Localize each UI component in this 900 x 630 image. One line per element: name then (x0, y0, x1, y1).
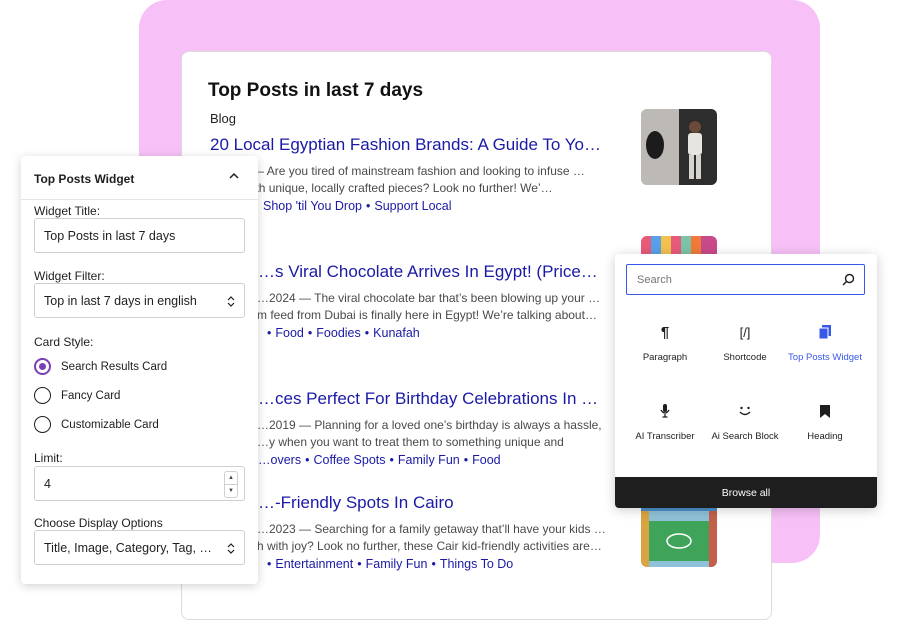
radio-button[interactable] (34, 416, 51, 433)
posts-category: Blog (210, 111, 237, 126)
block-label: AI Transcriber (635, 431, 695, 442)
post-excerpt: …2024 — Are you tired of mainstream fash… (210, 164, 585, 195)
tag-link[interactable]: Food (472, 453, 501, 467)
tag-link[interactable]: Coffee Spots (313, 453, 385, 467)
block-shortcode[interactable]: [/] Shortcode (705, 322, 785, 364)
post-tags: Shop 'til You Drop • Support Local (263, 199, 452, 213)
display-options-select[interactable]: Title, Image, Category, Tag, Da… (34, 530, 245, 565)
radio-label: Fancy Card (61, 389, 121, 402)
radio-button[interactable] (34, 387, 51, 404)
post-excerpt: …2024 — The viral chocolate bar that’s b… (257, 291, 601, 322)
radio-label: Customizable Card (61, 418, 159, 431)
radio-customizable-card[interactable]: Customizable Card (34, 416, 159, 433)
stepper-up-icon[interactable]: ▲ (225, 472, 237, 484)
stepper-down-icon[interactable]: ▼ (225, 484, 237, 497)
block-inserter-popover: Search ¶ Paragraph [/] Shortcode Top Pos… (615, 254, 877, 508)
select-arrows-icon (227, 543, 235, 554)
search-placeholder: Search (637, 273, 672, 286)
search-icon (842, 273, 855, 286)
post-excerpt: …2019 — Planning for a loved one’s birth… (257, 418, 602, 449)
widget-title-value: Top Posts in last 7 days (44, 228, 176, 243)
block-ai-search[interactable]: Ai Search Block (705, 401, 785, 442)
block-search-input[interactable]: Search (626, 264, 865, 295)
tag-link[interactable]: Things To Do (440, 557, 513, 571)
chevron-up-icon[interactable] (228, 170, 240, 182)
smiley-icon (705, 401, 785, 421)
card-style-label: Card Style: (34, 335, 94, 349)
block-label: Ai Search Block (711, 431, 779, 442)
select-arrows-icon (227, 296, 235, 307)
radio-fancy-card[interactable]: Fancy Card (34, 387, 120, 404)
tag-link[interactable]: Support Local (374, 199, 451, 213)
widget-title-input[interactable]: Top Posts in last 7 days (34, 218, 245, 253)
tag-link[interactable]: …overs (258, 453, 301, 467)
widget-title-label: Widget Title: (34, 204, 101, 218)
panel-header[interactable]: Top Posts Widget (21, 156, 258, 200)
radio-button-selected[interactable] (34, 358, 51, 375)
radio-search-results-card[interactable]: Search Results Card (34, 358, 167, 375)
widget-filter-select[interactable]: Top in last 7 days in english (34, 283, 245, 318)
tag-link[interactable]: Family Fun (366, 557, 428, 571)
block-heading[interactable]: Heading (785, 401, 865, 442)
fashion-photo-image (641, 109, 717, 185)
post-title-link[interactable]: …s Viral Chocolate Arrives In Egypt! (Pr… (210, 262, 610, 282)
post-title-link[interactable]: …ces Perfect For Birthday Celebrations I… (210, 389, 610, 409)
tag-link[interactable]: Entertainment (275, 557, 353, 571)
block-label: Heading (807, 431, 843, 442)
block-label: Shortcode (723, 352, 767, 363)
tag-link[interactable]: Kunafah (373, 326, 420, 340)
limit-value: 4 (44, 476, 51, 491)
block-label: Top Posts Widget (788, 352, 862, 363)
radio-label: Search Results Card (61, 360, 168, 373)
widget-filter-value: Top in last 7 days in english (44, 293, 197, 308)
block-paragraph[interactable]: ¶ Paragraph (625, 322, 705, 364)
post-excerpt: …2023 — Searching for a family getaway t… (257, 522, 606, 553)
bookmark-icon (785, 401, 865, 421)
block-top-posts-widget[interactable]: Top Posts Widget (785, 322, 865, 363)
tag-link[interactable]: Shop 'til You Drop (263, 199, 362, 213)
limit-label: Limit: (34, 451, 63, 465)
widget-filter-label: Widget Filter: (34, 269, 105, 283)
tag-link[interactable]: Food (275, 326, 304, 340)
block-ai-transcriber[interactable]: AI Transcriber (625, 401, 705, 442)
paragraph-icon: ¶ (660, 323, 670, 341)
panel-title: Top Posts Widget (34, 172, 135, 186)
limit-stepper[interactable]: ▲ ▼ (224, 471, 238, 498)
posts-widget-title: Top Posts in last 7 days (208, 80, 424, 101)
limit-number-input[interactable]: 4 ▲ ▼ (34, 466, 245, 501)
microphone-icon (625, 401, 705, 421)
display-options-label: Choose Display Options (34, 516, 163, 530)
post-thumbnail[interactable] (641, 109, 717, 185)
tag-link[interactable]: Family Fun (398, 453, 460, 467)
post-title-link[interactable]: 20 Local Egyptian Fashion Brands: A Guid… (210, 135, 610, 155)
top-posts-widget-icon (785, 322, 865, 342)
shortcode-icon: [/] (739, 324, 751, 340)
display-options-value: Title, Image, Category, Tag, Da… (44, 540, 219, 555)
browse-all-button[interactable]: Browse all (615, 477, 877, 508)
widget-settings-panel: Top Posts Widget Widget Title: Top Posts… (21, 156, 258, 584)
post-title-link[interactable]: …-Friendly Spots In Cairo (210, 493, 610, 513)
tag-link[interactable]: Foodies (316, 326, 360, 340)
block-label: Paragraph (642, 352, 688, 363)
